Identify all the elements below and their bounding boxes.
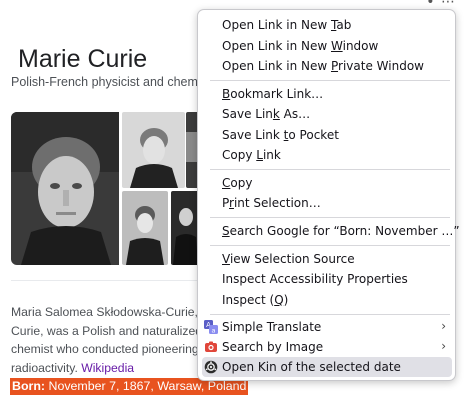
portrait-image-4[interactable]: [122, 191, 168, 265]
simple-translate-icon: Aa: [204, 320, 218, 334]
menu-item-print-selection[interactable]: Print Selection…: [202, 193, 452, 213]
menu-item-label: Search Google for “Born: November …”: [222, 224, 460, 238]
page-top-strip: [0, 0, 468, 6]
portrait-image-2[interactable]: [122, 112, 185, 188]
menu-item-copy[interactable]: Copy: [202, 173, 452, 193]
submenu-arrow-icon: ›: [441, 339, 446, 353]
menu-separator: [210, 217, 450, 218]
wikipedia-link[interactable]: Wikipedia: [81, 361, 134, 375]
description-line: Curie, was a Polish and naturalized-F: [11, 323, 201, 338]
svg-text:a: a: [212, 326, 216, 334]
menu-item-open-link-new-window[interactable]: Open Link in New Window: [202, 36, 452, 56]
search-by-image-icon: [204, 340, 218, 354]
portrait-image-main[interactable]: [11, 112, 119, 265]
menu-item-view-selection-source[interactable]: View Selection Source: [202, 249, 452, 269]
menu-item-label: Open Kin of the selected date: [222, 360, 401, 374]
menu-item-inspect[interactable]: Inspect (Q): [202, 290, 452, 310]
page-subtitle: Polish-French physicist and chemist: [11, 75, 211, 89]
context-menu: Open Link in New Tab Open Link in New Wi…: [197, 9, 460, 381]
menu-item-label: Bookmark Link…: [222, 87, 324, 101]
kin-extension-icon: [204, 360, 218, 374]
menu-item-search-google[interactable]: Search Google for “Born: November …”: [202, 221, 460, 241]
portrait-image-5[interactable]: [171, 191, 200, 265]
menu-item-label: View Selection Source: [222, 252, 355, 266]
menu-item-label: Open Link in New Tab: [222, 18, 352, 32]
menu-item-open-kin[interactable]: Open Kin of the selected date: [202, 357, 452, 377]
born-value: November 7, 1867, Warsaw, Poland: [45, 379, 247, 393]
born-label: Born:: [12, 379, 46, 393]
description-line: Maria Salomea Skłodowska-Curie, kn: [11, 305, 201, 319]
menu-item-label: Search by Image: [222, 340, 324, 354]
menu-item-label: Print Selection…: [222, 196, 321, 210]
submenu-arrow-icon: ›: [441, 319, 446, 333]
panel-divider: [11, 280, 201, 281]
description-line: chemist who conducted pioneering re: [11, 342, 201, 357]
menu-item-label: Copy: [222, 176, 253, 190]
menu-item-save-link-to-pocket[interactable]: Save Link to Pocket: [202, 125, 452, 145]
menu-item-label: Inspect (Q): [222, 293, 289, 307]
menu-item-simple-translate[interactable]: Aa Simple Translate ›: [202, 317, 452, 337]
menu-separator: [210, 314, 450, 315]
menu-item-inspect-accessibility[interactable]: Inspect Accessibility Properties: [202, 269, 452, 289]
menu-separator: [210, 245, 450, 246]
menu-separator: [210, 169, 450, 170]
menu-item-open-link-private-window[interactable]: Open Link in New Private Window: [202, 56, 452, 76]
description-line-last: radioactivity. Wikipedia: [11, 361, 135, 376]
menu-item-search-by-image[interactable]: Search by Image ›: [202, 337, 452, 357]
menu-item-label: Simple Translate: [222, 320, 322, 334]
menu-item-label: Save Link As…: [222, 107, 311, 121]
page-title: Marie Curie: [18, 45, 148, 73]
menu-item-bookmark-link[interactable]: Bookmark Link…: [202, 84, 452, 104]
menu-item-label: Copy Link: [222, 148, 281, 162]
menu-item-label: Save Link to Pocket: [222, 128, 339, 142]
menu-separator: [210, 80, 450, 81]
menu-item-label: Open Link in New Private Window: [222, 59, 424, 73]
menu-item-save-link-as[interactable]: Save Link As…: [202, 104, 452, 124]
menu-item-open-link-new-tab[interactable]: Open Link in New Tab: [202, 15, 452, 35]
description-text: Maria Salomea Skłodowska-Curie, kn Curie…: [11, 303, 201, 378]
menu-item-copy-link[interactable]: Copy Link: [202, 145, 452, 165]
menu-item-label: Open Link in New Window: [222, 39, 379, 53]
menu-item-label: Inspect Accessibility Properties: [222, 272, 408, 286]
